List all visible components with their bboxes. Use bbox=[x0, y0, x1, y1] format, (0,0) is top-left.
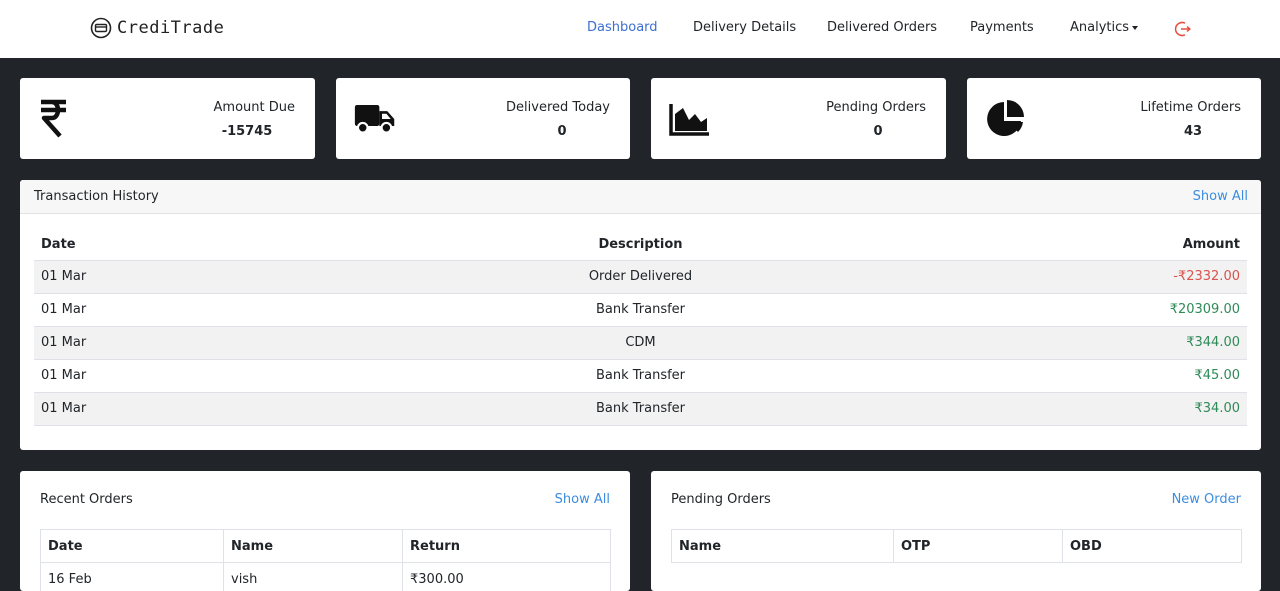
column-header-date: Date bbox=[41, 530, 224, 563]
stat-label: Amount Due bbox=[214, 100, 295, 115]
table-row: 01 Mar Bank Transfer ₹45.00 bbox=[34, 359, 1247, 392]
column-header-obd: OBD bbox=[1063, 530, 1242, 563]
stat-value: -15745 bbox=[187, 124, 307, 139]
top-navbar: CrediTrade Dashboard Delivery Details De… bbox=[0, 0, 1280, 58]
table-header-row: Name OTP OBD bbox=[672, 530, 1242, 563]
cell-description: Bank Transfer bbox=[434, 392, 846, 425]
stat-card-pending-orders: Pending Orders 0 bbox=[651, 78, 946, 159]
stat-card-delivered-today: Delivered Today 0 bbox=[336, 78, 630, 159]
cell-description: Bank Transfer bbox=[434, 359, 846, 392]
cell-description: Order Delivered bbox=[434, 260, 846, 293]
table-row: 01 Mar CDM ₹344.00 bbox=[34, 326, 1247, 359]
column-header-otp: OTP bbox=[894, 530, 1063, 563]
cell-description: Bank Transfer bbox=[434, 293, 846, 326]
area-chart-icon bbox=[669, 98, 711, 140]
pending-orders-table: Name OTP OBD bbox=[671, 529, 1242, 563]
logout-icon[interactable] bbox=[1174, 20, 1192, 38]
pending-orders-card: Pending Orders New Order Name OTP OBD bbox=[651, 471, 1261, 591]
caret-down-icon bbox=[1132, 26, 1138, 30]
card-title: Pending Orders bbox=[671, 492, 771, 507]
nav-analytics-dropdown[interactable]: Analytics bbox=[1070, 20, 1138, 35]
panel-title: Transaction History bbox=[34, 189, 159, 204]
nav-delivered-orders[interactable]: Delivered Orders bbox=[827, 20, 937, 35]
cell-date: 01 Mar bbox=[34, 260, 434, 293]
table-row: 01 Mar Order Delivered -₹2332.00 bbox=[34, 260, 1247, 293]
table-row: 01 Mar Bank Transfer ₹34.00 bbox=[34, 392, 1247, 425]
stat-value: 43 bbox=[1133, 124, 1253, 139]
transaction-history-panel: Transaction History Show All Date Descri… bbox=[20, 180, 1261, 450]
stat-value: 0 bbox=[502, 124, 622, 139]
stat-card-amount-due: Amount Due -15745 bbox=[20, 78, 315, 159]
table-row: 16 Feb vish ₹300.00 bbox=[41, 563, 611, 591]
rupee-icon bbox=[38, 98, 80, 140]
nav-analytics-label: Analytics bbox=[1070, 20, 1129, 35]
cell-name: vish bbox=[224, 563, 403, 591]
stat-label: Pending Orders bbox=[826, 100, 926, 115]
cell-date: 01 Mar bbox=[34, 293, 434, 326]
new-order-link[interactable]: New Order bbox=[1172, 492, 1241, 507]
stat-card-lifetime-orders: Lifetime Orders 43 bbox=[967, 78, 1261, 159]
cell-amount: ₹20309.00 bbox=[847, 293, 1247, 326]
nav-payments[interactable]: Payments bbox=[970, 20, 1034, 35]
cell-amount: ₹344.00 bbox=[847, 326, 1247, 359]
column-header-date: Date bbox=[34, 229, 434, 260]
column-header-amount: Amount bbox=[847, 229, 1247, 260]
brand-name: CrediTrade bbox=[117, 18, 224, 38]
column-header-return: Return bbox=[403, 530, 611, 563]
nav-delivery-details[interactable]: Delivery Details bbox=[693, 20, 796, 35]
recent-orders-card: Recent Orders Show All Date Name Return … bbox=[20, 471, 630, 591]
recent-orders-table: Date Name Return 16 Feb vish ₹300.00 bbox=[40, 529, 611, 591]
cell-amount: -₹2332.00 bbox=[847, 260, 1247, 293]
column-header-name: Name bbox=[672, 530, 894, 563]
cell-date: 01 Mar bbox=[34, 359, 434, 392]
column-header-name: Name bbox=[224, 530, 403, 563]
show-all-link[interactable]: Show All bbox=[1193, 189, 1248, 204]
transaction-table: Date Description Amount 01 Mar Order Del… bbox=[34, 229, 1247, 426]
brand[interactable]: CrediTrade bbox=[90, 17, 224, 39]
table-row: 01 Mar Bank Transfer ₹20309.00 bbox=[34, 293, 1247, 326]
credit-card-circle-icon bbox=[90, 17, 112, 39]
stat-label: Lifetime Orders bbox=[1140, 100, 1241, 115]
stat-value: 0 bbox=[818, 124, 938, 139]
nav-dashboard[interactable]: Dashboard bbox=[587, 20, 658, 35]
cell-amount: ₹34.00 bbox=[847, 392, 1247, 425]
cell-date: 01 Mar bbox=[34, 326, 434, 359]
cell-amount: ₹45.00 bbox=[847, 359, 1247, 392]
column-header-description: Description bbox=[434, 229, 846, 260]
pie-chart-icon bbox=[985, 98, 1027, 140]
panel-header: Transaction History Show All bbox=[20, 180, 1261, 214]
show-all-link[interactable]: Show All bbox=[555, 492, 610, 507]
cell-return: ₹300.00 bbox=[403, 563, 611, 591]
card-title: Recent Orders bbox=[40, 492, 133, 507]
table-header-row: Date Name Return bbox=[41, 530, 611, 563]
cell-date: 16 Feb bbox=[41, 563, 224, 591]
stat-label: Delivered Today bbox=[506, 100, 610, 115]
table-header-row: Date Description Amount bbox=[34, 229, 1247, 260]
cell-date: 01 Mar bbox=[34, 392, 434, 425]
cell-description: CDM bbox=[434, 326, 846, 359]
truck-icon bbox=[354, 98, 396, 140]
